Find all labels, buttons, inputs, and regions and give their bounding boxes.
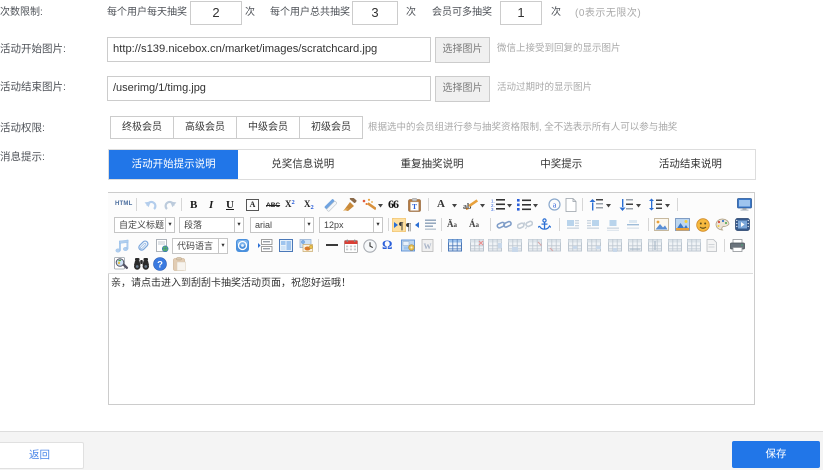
svg-text:?: ?	[157, 260, 163, 271]
svg-text:3.: 3.	[491, 207, 495, 211]
svg-text:T: T	[412, 202, 417, 211]
svg-text:¶: ¶	[406, 221, 411, 232]
svg-text:a: a	[553, 201, 557, 210]
svg-text:W: W	[424, 242, 432, 251]
svg-text:¶: ¶	[399, 221, 404, 232]
